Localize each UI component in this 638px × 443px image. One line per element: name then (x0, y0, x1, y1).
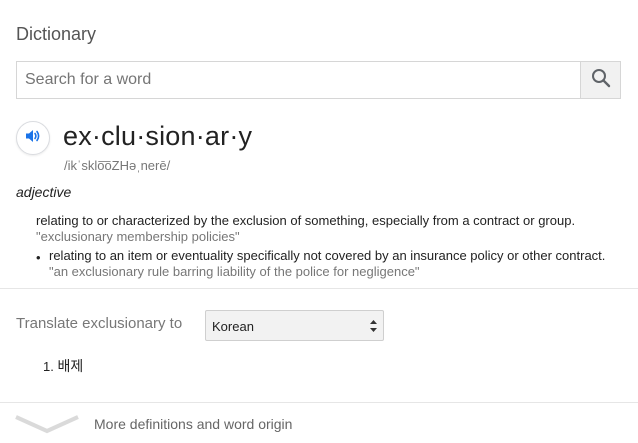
part-of-speech: adjective (16, 184, 72, 200)
translation-result: 1. 배제 (43, 356, 83, 376)
language-select-value: Korean (212, 319, 254, 334)
select-arrows-icon (369, 319, 378, 333)
search-icon (591, 68, 611, 93)
definition-2: relating to an item or eventuality speci… (49, 248, 606, 263)
example-2: "an exclusionary rule barring liability … (49, 264, 420, 279)
definition-1: relating to or characterized by the excl… (36, 213, 576, 228)
search-box (16, 61, 621, 99)
divider (0, 288, 638, 289)
dictionary-card: Dictionary ex·clu·sion·ar·y /ikˈsklo͞oZH… (0, 0, 638, 443)
card-title: Dictionary (16, 24, 97, 44)
chevron-down-icon (14, 413, 80, 440)
sub-definition-bullet: • (36, 250, 41, 265)
translation-text: 배제 (57, 359, 84, 375)
translate-label: Translate exclusionary to (16, 315, 183, 332)
search-button[interactable] (580, 62, 620, 98)
speaker-icon (24, 127, 42, 150)
headword: ex·clu·sion·ar·y (63, 121, 253, 151)
phonetic-spelling: /ikˈsklo͞oZHəˌnerē/ (64, 158, 171, 173)
more-definitions-label: More definitions and word origin (94, 416, 293, 432)
search-input[interactable] (17, 62, 581, 98)
more-definitions-link[interactable]: More definitions and word origin (0, 403, 638, 443)
example-1: "exclusionary membership policies" (36, 229, 240, 244)
pronunciation-button[interactable] (16, 121, 50, 155)
language-select[interactable]: Korean (205, 310, 384, 341)
translation-index: 1. (43, 359, 54, 374)
